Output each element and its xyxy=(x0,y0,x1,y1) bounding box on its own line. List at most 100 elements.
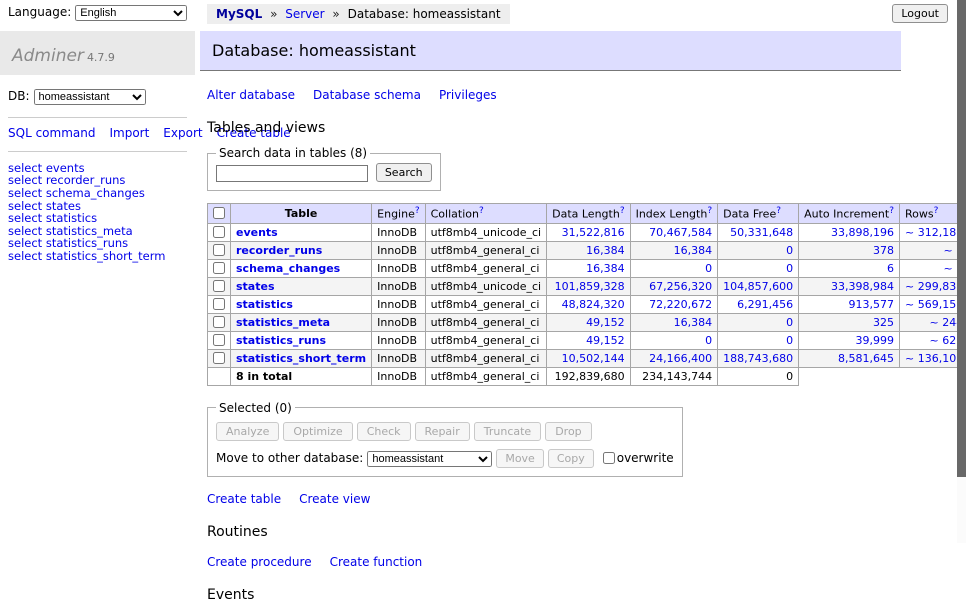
cell-data-length[interactable]: 10,502,144 xyxy=(547,349,630,367)
row-checkbox[interactable] xyxy=(213,316,225,328)
cell-data-length[interactable]: 48,824,320 xyxy=(547,295,630,313)
copy-button[interactable]: Copy xyxy=(548,449,594,468)
cell-index-length[interactable]: 16,384 xyxy=(630,313,718,331)
cell-auto-increment[interactable]: 39,999 xyxy=(799,331,900,349)
cell-auto-increment[interactable]: 8,581,645 xyxy=(799,349,900,367)
breadcrumb-link-mysql[interactable]: MySQL xyxy=(216,7,262,21)
help-link[interactable]: ? xyxy=(707,206,712,216)
cell-index-length[interactable]: 0 xyxy=(630,259,718,277)
truncate-button[interactable]: Truncate xyxy=(474,422,541,441)
cell-auto-increment[interactable]: 325 xyxy=(799,313,900,331)
logout-button[interactable]: Logout xyxy=(892,4,948,23)
row-checkbox[interactable] xyxy=(213,226,225,238)
table-link-statistics-runs[interactable]: statistics_runs xyxy=(236,334,326,347)
help-link[interactable]: ? xyxy=(889,206,894,216)
row-check-cell xyxy=(208,241,231,259)
cell-auto-increment[interactable]: 378 xyxy=(799,241,900,259)
sidebar-select-statistics[interactable]: select statistics xyxy=(8,212,187,225)
cell-index-length[interactable]: 0 xyxy=(630,331,718,349)
check-all-checkbox[interactable] xyxy=(213,207,225,219)
cell-collation: utf8mb4_general_ci xyxy=(425,241,546,259)
link-database-schema[interactable]: Database schema xyxy=(313,88,421,102)
table-row-recorder-runs: recorder_runsInnoDButf8mb4_general_ci16,… xyxy=(208,241,966,259)
table-link-events[interactable]: events xyxy=(236,226,278,239)
cell-data-free[interactable]: 50,331,648 xyxy=(718,223,799,241)
sidebar: Language:English Adminer4.7.9 DB:homeass… xyxy=(0,0,195,543)
language-select[interactable]: English xyxy=(75,5,187,21)
row-checkbox[interactable] xyxy=(213,352,225,364)
cell-data-length[interactable]: 31,522,816 xyxy=(547,223,630,241)
sidebar-action-export[interactable]: Export xyxy=(163,126,202,140)
overwrite-label: overwrite xyxy=(617,451,674,465)
cell-index-length[interactable]: 24,166,400 xyxy=(630,349,718,367)
sidebar-action-import[interactable]: Import xyxy=(109,126,149,140)
row-checkbox[interactable] xyxy=(213,280,225,292)
link-create-table[interactable]: Create table xyxy=(207,492,281,506)
sidebar-select-recorder-runs[interactable]: select recorder_runs xyxy=(8,174,187,187)
table-link-recorder-runs[interactable]: recorder_runs xyxy=(236,244,322,257)
analyze-button[interactable]: Analyze xyxy=(216,422,279,441)
repair-button[interactable]: Repair xyxy=(415,422,470,441)
move-button[interactable]: Move xyxy=(496,449,544,468)
cell-auto-increment[interactable]: 33,898,196 xyxy=(799,223,900,241)
help-link[interactable]: ? xyxy=(934,206,939,216)
cell-engine: InnoDB xyxy=(372,259,425,277)
cell-auto-increment[interactable]: 913,577 xyxy=(799,295,900,313)
db-select[interactable]: homeassistant xyxy=(34,89,146,105)
cell-data-free[interactable]: 188,743,680 xyxy=(718,349,799,367)
row-checkbox[interactable] xyxy=(213,298,225,310)
row-check-cell xyxy=(208,331,231,349)
cell-data-free[interactable]: 0 xyxy=(718,313,799,331)
cell-data-free[interactable]: 0 xyxy=(718,259,799,277)
cell-data-free[interactable]: 104,857,600 xyxy=(718,277,799,295)
cell-collation: utf8mb4_general_ci xyxy=(425,349,546,367)
help-link[interactable]: ? xyxy=(479,206,484,216)
cell-data-length[interactable]: 49,152 xyxy=(547,313,630,331)
drop-button[interactable]: Drop xyxy=(545,422,591,441)
cell-data-length[interactable]: 16,384 xyxy=(547,241,630,259)
table-link-statistics-short-term[interactable]: statistics_short_term xyxy=(236,352,366,365)
help-link[interactable]: ? xyxy=(776,206,781,216)
row-checkbox[interactable] xyxy=(213,334,225,346)
cell-data-free[interactable]: 0 xyxy=(718,331,799,349)
cell-data-free[interactable]: 6,291,456 xyxy=(718,295,799,313)
total-engine: InnoDB xyxy=(372,367,425,385)
cell-index-length[interactable]: 67,256,320 xyxy=(630,277,718,295)
link-privileges[interactable]: Privileges xyxy=(439,88,497,102)
link-create-procedure[interactable]: Create procedure xyxy=(207,555,312,569)
routines-section-title: Routines xyxy=(207,524,966,540)
sidebar-select-schema-changes[interactable]: select schema_changes xyxy=(8,187,187,200)
scrollbar-thumb[interactable] xyxy=(957,0,966,477)
cell-index-length[interactable]: 16,384 xyxy=(630,241,718,259)
help-link[interactable]: ? xyxy=(620,206,625,216)
cell-data-free[interactable]: 0 xyxy=(718,241,799,259)
breadcrumb-link-server[interactable]: Server xyxy=(285,7,324,21)
table-link-states[interactable]: states xyxy=(236,280,275,293)
link-create-function[interactable]: Create function xyxy=(330,555,423,569)
cell-auto-increment[interactable]: 6 xyxy=(799,259,900,277)
link-create-view[interactable]: Create view xyxy=(299,492,370,506)
sidebar-action-sql-command[interactable]: SQL command xyxy=(8,126,95,140)
move-database-select[interactable]: homeassistant xyxy=(367,451,492,467)
cell-index-length[interactable]: 70,467,584 xyxy=(630,223,718,241)
cell-data-length[interactable]: 49,152 xyxy=(547,331,630,349)
optimize-button[interactable]: Optimize xyxy=(283,422,352,441)
cell-index-length[interactable]: 72,220,672 xyxy=(630,295,718,313)
search-button[interactable]: Search xyxy=(376,163,432,182)
table-link-statistics[interactable]: statistics xyxy=(236,298,293,311)
overwrite-checkbox[interactable] xyxy=(603,452,615,464)
row-checkbox[interactable] xyxy=(213,244,225,256)
cell-data-length[interactable]: 101,859,328 xyxy=(547,277,630,295)
check-button[interactable]: Check xyxy=(357,422,411,441)
table-link-statistics-meta[interactable]: statistics_meta xyxy=(236,316,330,329)
search-input[interactable] xyxy=(216,165,368,182)
row-checkbox[interactable] xyxy=(213,262,225,274)
link-alter-database[interactable]: Alter database xyxy=(207,88,295,102)
sidebar-select-statistics-short-term[interactable]: select statistics_short_term xyxy=(8,250,187,263)
help-link[interactable]: ? xyxy=(415,206,420,216)
table-link-schema-changes[interactable]: schema_changes xyxy=(236,262,340,275)
scrollbar-track[interactable] xyxy=(957,0,966,543)
cell-data-length[interactable]: 16,384 xyxy=(547,259,630,277)
cell-auto-increment[interactable]: 33,398,984 xyxy=(799,277,900,295)
row-check-cell xyxy=(208,313,231,331)
